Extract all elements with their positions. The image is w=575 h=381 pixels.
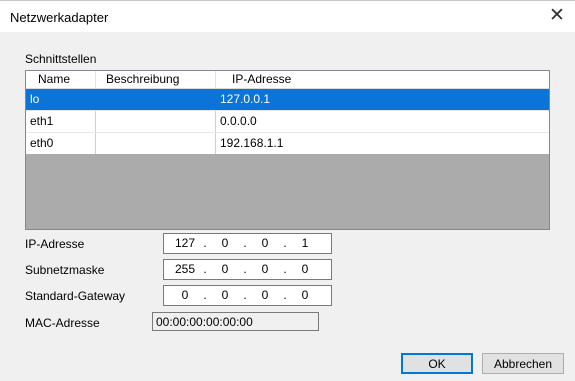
cell-ip: 0.0.0.0 [220, 114, 257, 128]
ip-octet[interactable]: 1 [290, 234, 320, 253]
default-gateway-field[interactable]: 0 . 0 . 0 . 0 [163, 285, 332, 306]
close-icon[interactable]: ✕ [546, 5, 568, 27]
octet-separator: . [203, 236, 207, 250]
octet-separator: . [243, 262, 247, 276]
cell-name: eth1 [26, 111, 96, 132]
ip-address-label: IP-Adresse [25, 237, 85, 251]
octet-separator: . [283, 236, 287, 250]
cell-description [96, 133, 216, 154]
cell-ip: 127.0.0.1 [220, 92, 271, 106]
cell-description [96, 111, 216, 132]
cell-description [96, 89, 216, 110]
subnet-octet[interactable]: 255 [170, 260, 200, 279]
cancel-button[interactable]: Abbrechen [482, 353, 564, 374]
cell-name: eth0 [26, 133, 96, 154]
column-header-ip[interactable]: IP-Adresse [216, 71, 549, 88]
octet-separator: . [283, 288, 287, 302]
ip-octet[interactable]: 127 [170, 234, 200, 253]
subnet-mask-field[interactable]: 255 . 0 . 0 . 0 [163, 259, 332, 280]
mac-address-label: MAC-Adresse [25, 316, 100, 330]
subnet-octet[interactable]: 0 [210, 260, 240, 279]
ip-octet[interactable]: 0 [250, 234, 280, 253]
list-header: Name Beschreibung IP-Adresse [26, 71, 549, 89]
cell-name: lo [30, 92, 40, 106]
title-bar: Netzwerkadapter ✕ [0, 1, 575, 32]
ip-octet[interactable]: 0 [210, 234, 240, 253]
subnet-octet[interactable]: 0 [250, 260, 280, 279]
window-title: Netzwerkadapter [10, 10, 109, 25]
subnet-octet[interactable]: 0 [290, 260, 320, 279]
octet-separator: . [283, 262, 287, 276]
column-header-description[interactable]: Beschreibung [96, 71, 216, 88]
ok-button[interactable]: OK [401, 353, 473, 374]
subnet-mask-label: Subnetzmaske [25, 263, 105, 277]
gateway-octet[interactable]: 0 [290, 286, 320, 305]
octet-separator: . [203, 288, 207, 302]
interfaces-group-label: Schnittstellen [25, 52, 97, 66]
gateway-octet[interactable]: 0 [250, 286, 280, 305]
table-row[interactable]: eth0 192.168.1.1 [26, 133, 549, 154]
default-gateway-label: Standard-Gateway [25, 289, 126, 303]
gateway-octet[interactable]: 0 [210, 286, 240, 305]
octet-separator: . [203, 262, 207, 276]
ip-address-field[interactable]: 127 . 0 . 0 . 1 [163, 233, 332, 254]
table-row[interactable]: lo 127.0.0.1 [26, 89, 549, 111]
gateway-octet[interactable]: 0 [170, 286, 200, 305]
octet-separator: . [243, 288, 247, 302]
mac-address-field[interactable]: 00:00:00:00:00:00 [152, 312, 319, 331]
table-row[interactable]: eth1 0.0.0.0 [26, 111, 549, 133]
interfaces-list[interactable]: Name Beschreibung IP-Adresse lo 127.0.0.… [25, 70, 550, 230]
column-header-name[interactable]: Name [26, 71, 96, 88]
octet-separator: . [243, 236, 247, 250]
cell-ip: 192.168.1.1 [220, 136, 284, 150]
